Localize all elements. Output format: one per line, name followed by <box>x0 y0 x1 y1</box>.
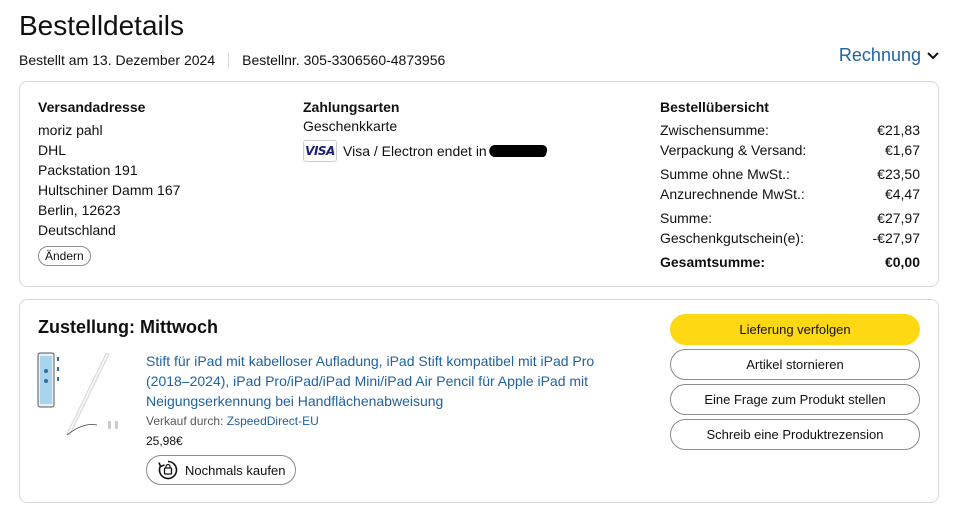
summary-row: Geschenkgutschein(e): -€27,97 <box>660 228 920 248</box>
summary-value: €1,67 <box>884 142 920 158</box>
address-line: moriz pahl <box>38 122 103 138</box>
seller-prefix: Verkauf durch: <box>146 414 224 428</box>
redaction-mark <box>487 145 549 157</box>
summary-label: Zwischensumme: <box>660 122 769 138</box>
summary-label: Summe ohne MwSt.: <box>660 166 790 182</box>
order-date: Bestellt am 13. Dezember 2024 <box>19 52 216 68</box>
visa-logo-icon: VISA <box>303 140 337 162</box>
product-title-link[interactable]: Stift für iPad mit kabelloser Aufladung,… <box>146 351 636 411</box>
delivery-actions: Lieferung verfolgen Artikel stornieren E… <box>670 314 920 454</box>
order-summary: Bestellübersicht Zwischensumme: €21,83 V… <box>660 98 920 272</box>
gift-card-label: Geschenkkarte <box>303 118 398 134</box>
track-package-button[interactable]: Lieferung verfolgen <box>670 314 920 345</box>
write-review-button[interactable]: Schreib eine Produktrezension <box>670 419 920 450</box>
summary-row: Zwischensumme: €21,83 <box>660 120 920 140</box>
summary-label: Verpackung & Versand: <box>660 142 807 158</box>
summary-row: Summe: €27,97 <box>660 208 920 228</box>
order-info-card: Versandadresse moriz pahl DHL Packstatio… <box>19 81 939 287</box>
address-line: Packstation 191 <box>38 162 138 178</box>
order-meta: Bestellt am 13. Dezember 2024 Bestellnr.… <box>19 51 445 69</box>
summary-heading: Bestellübersicht <box>660 99 769 115</box>
card-text: Visa / Electron endet in <box>343 143 487 159</box>
summary-total-row: Gesamtsumme: €0,00 <box>660 252 920 272</box>
summary-value: €21,83 <box>877 122 920 138</box>
seller-link[interactable]: ZspeedDirect-EU <box>227 414 319 428</box>
order-number: Bestellnr. 305-3306560-4873956 <box>242 52 446 68</box>
product-info: Stift für iPad mit kabelloser Aufladung,… <box>146 351 636 486</box>
cancel-item-button[interactable]: Artikel stornieren <box>670 349 920 380</box>
address-line: Hultschiner Damm 167 <box>38 182 181 198</box>
buy-again-button[interactable]: Nochmals kaufen <box>146 455 297 485</box>
summary-row: Verpackung & Versand: €1,67 <box>660 140 920 160</box>
summary-value: €4,47 <box>884 186 920 202</box>
summary-total-label: Gesamtsumme: <box>660 254 766 270</box>
product-image[interactable] <box>37 351 119 447</box>
shipping-heading: Versandadresse <box>38 99 146 115</box>
summary-value: €23,50 <box>877 166 920 182</box>
payment-heading: Zahlungsarten <box>303 99 400 115</box>
payment-methods: Zahlungsarten Geschenkkarte VISA Visa / … <box>303 98 549 162</box>
address-line: Berlin, 12623 <box>38 202 121 218</box>
chevron-down-icon <box>927 51 939 59</box>
summary-total-value: €0,00 <box>884 254 920 270</box>
card-payment: VISA Visa / Electron endet in <box>303 140 549 162</box>
invoice-dropdown[interactable]: Rechnung <box>839 45 939 66</box>
ask-question-button[interactable]: Eine Frage zum Produkt stellen <box>670 384 920 415</box>
summary-row: Summe ohne MwSt.: €23,50 <box>660 164 920 184</box>
address-line: DHL <box>38 142 67 158</box>
seller-info: Verkauf durch: ZspeedDirect-EU <box>146 412 636 430</box>
shipping-address: Versandadresse moriz pahl DHL Packstatio… <box>38 98 180 266</box>
buy-again-label: Nochmals kaufen <box>185 462 286 478</box>
rebuy-icon <box>158 460 178 480</box>
address-line: Deutschland <box>38 222 116 238</box>
change-address-button[interactable]: Ändern <box>38 246 91 266</box>
meta-divider <box>228 52 230 68</box>
summary-value: €27,97 <box>877 210 920 226</box>
summary-value: -€27,97 <box>872 230 920 246</box>
delivery-card: Zustellung: Mittwoch Stift für iPad mit … <box>19 299 939 503</box>
summary-row: Anzurechnende MwSt.: €4,47 <box>660 184 920 204</box>
invoice-label: Rechnung <box>838 45 921 65</box>
summary-label: Geschenkgutschein(e): <box>660 230 804 246</box>
summary-label: Anzurechnende MwSt.: <box>660 186 805 202</box>
summary-label: Summe: <box>660 210 713 226</box>
product-price: 25,98€ <box>146 434 183 448</box>
page-title: Bestelldetails <box>19 10 184 41</box>
delivery-title: Zustellung: Mittwoch <box>38 317 218 337</box>
